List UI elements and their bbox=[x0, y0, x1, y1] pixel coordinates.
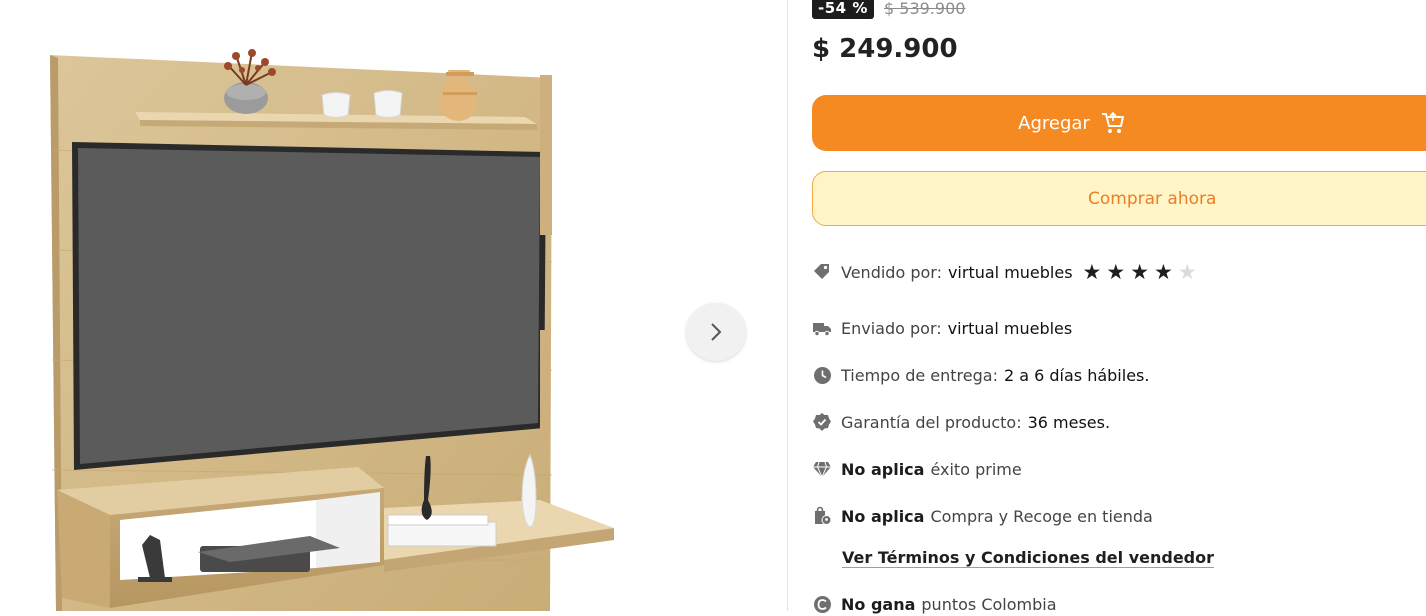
star-empty-icon: ★ bbox=[1177, 259, 1197, 284]
shipper-name: virtual muebles bbox=[947, 318, 1073, 338]
pickup-label: Compra y Recoge en tienda bbox=[930, 506, 1153, 526]
shipped-by-row: Enviado por: virtual muebles bbox=[812, 316, 1072, 340]
points-icon bbox=[812, 594, 832, 614]
points-row: No gana puntos Colombia bbox=[812, 592, 1057, 616]
old-price: $ 539.900 bbox=[884, 0, 966, 18]
delivery-time-row: Tiempo de entrega: 2 a 6 días hábiles. bbox=[812, 363, 1149, 387]
diamond-icon bbox=[812, 459, 832, 479]
seller-rating: ★ ★ ★ ★ ★ bbox=[1082, 259, 1202, 284]
store-pickup-icon bbox=[812, 506, 832, 526]
truck-icon bbox=[812, 318, 832, 338]
seller-terms-link[interactable]: Ver Términos y Condiciones del vendedor bbox=[842, 548, 1214, 567]
shipped-by-label: Enviado por: bbox=[841, 318, 942, 338]
delivery-time-value: 2 a 6 días hábiles. bbox=[1003, 365, 1150, 385]
product-image bbox=[50, 49, 614, 611]
star-icon: ★ bbox=[1082, 259, 1102, 284]
warranty-label: Garantía del producto: bbox=[841, 412, 1022, 432]
warranty-value: 36 meses. bbox=[1027, 412, 1111, 432]
sold-by-label: Vendido por: bbox=[841, 262, 942, 282]
tag-icon bbox=[812, 262, 832, 282]
prime-label: éxito prime bbox=[930, 459, 1022, 479]
add-to-cart-button[interactable]: Agregar bbox=[812, 95, 1426, 151]
next-image-button[interactable] bbox=[686, 303, 746, 361]
prime-status: No aplica bbox=[841, 459, 925, 479]
badge-check-icon bbox=[812, 412, 832, 432]
pickup-status: No aplica bbox=[841, 506, 925, 526]
cart-icon bbox=[1100, 111, 1126, 135]
buy-now-button[interactable]: Comprar ahora bbox=[812, 171, 1426, 226]
sold-by-row: Vendido por: virtual muebles ★ ★ ★ ★ ★ bbox=[812, 260, 1202, 284]
add-to-cart-label: Agregar bbox=[1018, 112, 1090, 134]
prime-row: No aplica éxito prime bbox=[812, 457, 1022, 481]
star-icon: ★ bbox=[1154, 259, 1173, 284]
delivery-time-label: Tiempo de entrega: bbox=[841, 365, 998, 385]
product-gallery bbox=[0, 0, 788, 611]
star-icon: ★ bbox=[1106, 259, 1126, 284]
warranty-row: Garantía del producto: 36 meses. bbox=[812, 410, 1110, 434]
discount-badge: -54 % bbox=[812, 0, 874, 19]
product-info-panel: -54 % $ 539.900 $ 249.900 Agregar Compra… bbox=[812, 0, 1426, 614]
panel-divider bbox=[787, 0, 788, 611]
star-icon: ★ bbox=[1130, 259, 1150, 284]
seller-link[interactable]: virtual muebles bbox=[948, 263, 1073, 282]
current-price: $ 249.900 bbox=[812, 34, 958, 64]
pickup-row: No aplica Compra y Recoge en tienda bbox=[812, 504, 1153, 528]
buy-now-label: Comprar ahora bbox=[1088, 188, 1217, 209]
clock-icon bbox=[812, 365, 832, 385]
chevron-right-icon bbox=[711, 323, 722, 341]
